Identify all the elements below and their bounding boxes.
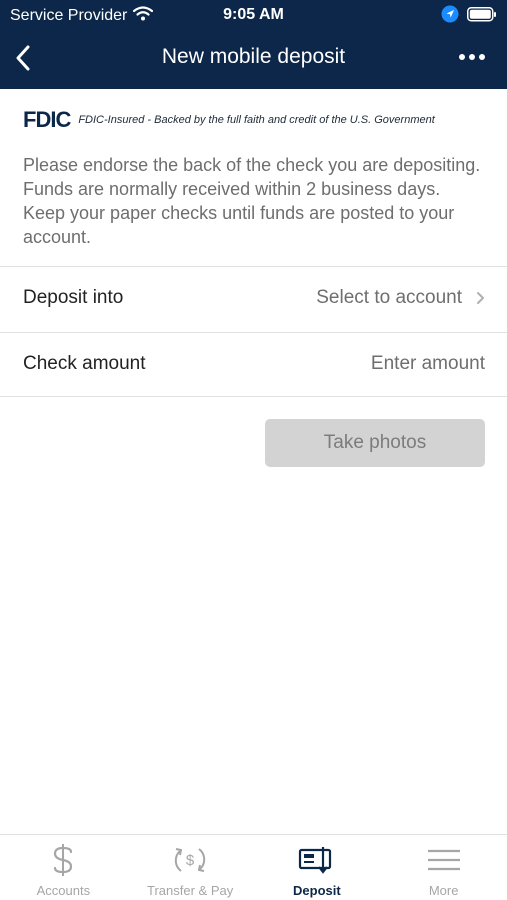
tab-transfer-pay[interactable]: $ Transfer & Pay <box>127 835 254 900</box>
status-bar: Service Provider 9:05 AM <box>0 0 507 32</box>
deposit-into-label: Deposit into <box>23 287 124 308</box>
status-right <box>441 5 497 28</box>
tab-deposit-label: Deposit <box>293 883 341 898</box>
divider <box>0 396 507 397</box>
fdic-logo: FDIC <box>23 107 71 132</box>
tab-deposit[interactable]: Deposit <box>254 835 381 900</box>
status-time: 9:05 AM <box>223 6 284 23</box>
more-options-button[interactable] <box>455 42 489 72</box>
header: Service Provider 9:05 AM New mobile depo… <box>0 0 507 89</box>
check-amount-value-group <box>285 353 485 375</box>
hamburger-menu-icon <box>380 843 507 877</box>
ellipsis-icon <box>459 54 485 60</box>
fdic-notice-text: FDIC-Insured - Backed by the full faith … <box>78 114 435 126</box>
svg-text:$: $ <box>186 852 195 869</box>
check-amount-label: Check amount <box>23 353 146 374</box>
transfer-icon: $ <box>127 843 254 877</box>
nav-bar: New mobile deposit <box>0 32 507 86</box>
chevron-right-icon <box>477 292 484 304</box>
tab-bar: Accounts $ Transfer & Pay Deposit More <box>0 834 507 900</box>
page-title: New mobile deposit <box>161 45 346 68</box>
location-arrow-icon <box>441 5 459 28</box>
deposit-into-value: Select to account <box>316 287 462 308</box>
tab-more-label: More <box>428 883 459 898</box>
tab-accounts-label: Accounts <box>36 883 91 898</box>
take-photos-button[interactable]: Take photos <box>265 419 485 467</box>
fdic-notice: FDIC FDIC-Insured - Backed by the full f… <box>23 107 483 132</box>
tab-accounts[interactable]: Accounts <box>0 835 127 900</box>
deposit-into-row[interactable]: Deposit into Select to account <box>0 267 507 331</box>
deposit-into-value-group: Select to account <box>316 287 485 309</box>
tab-transfer-pay-label: Transfer & Pay <box>147 883 234 898</box>
tab-more[interactable]: More <box>380 835 507 900</box>
check-amount-input[interactable] <box>285 353 485 375</box>
battery-icon <box>467 6 497 27</box>
check-amount-row: Check amount <box>0 333 507 397</box>
intro-text: Please endorse the back of the check you… <box>23 155 481 247</box>
dollar-icon <box>0 843 127 877</box>
deposit-check-icon <box>254 843 381 877</box>
